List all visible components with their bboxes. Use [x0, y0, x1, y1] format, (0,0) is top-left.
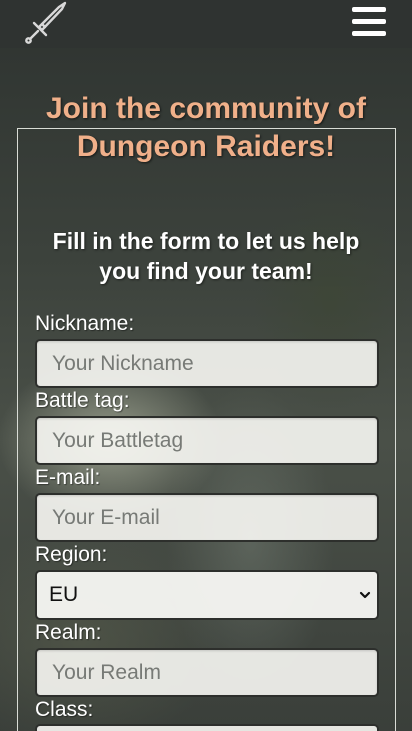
chevron-down-icon — [359, 591, 371, 599]
page-title: Join the community of Dungeon Raiders! — [45, 92, 366, 163]
realm-input[interactable] — [35, 648, 379, 697]
page: Join the community of Dungeon Raiders! F… — [0, 0, 412, 731]
nickname-input[interactable] — [35, 339, 379, 388]
region-selected-value: EU — [49, 583, 79, 606]
top-navigation-bar — [0, 0, 412, 48]
hamburger-menu-icon[interactable] — [350, 6, 388, 38]
battletag-label: Battle tag: — [35, 389, 130, 412]
class-select[interactable] — [35, 724, 379, 731]
realm-label: Realm: — [35, 621, 102, 644]
region-label: Region: — [35, 543, 108, 566]
class-label: Class: — [35, 698, 94, 721]
email-label: E-mail: — [35, 466, 101, 489]
battletag-input[interactable] — [35, 416, 379, 465]
email-input[interactable] — [35, 493, 379, 542]
region-select[interactable]: EU — [35, 570, 379, 620]
nickname-label: Nickname: — [35, 312, 135, 335]
form-subtitle: Fill in the form to let us help you find… — [52, 228, 360, 284]
sword-icon[interactable] — [22, 0, 68, 44]
